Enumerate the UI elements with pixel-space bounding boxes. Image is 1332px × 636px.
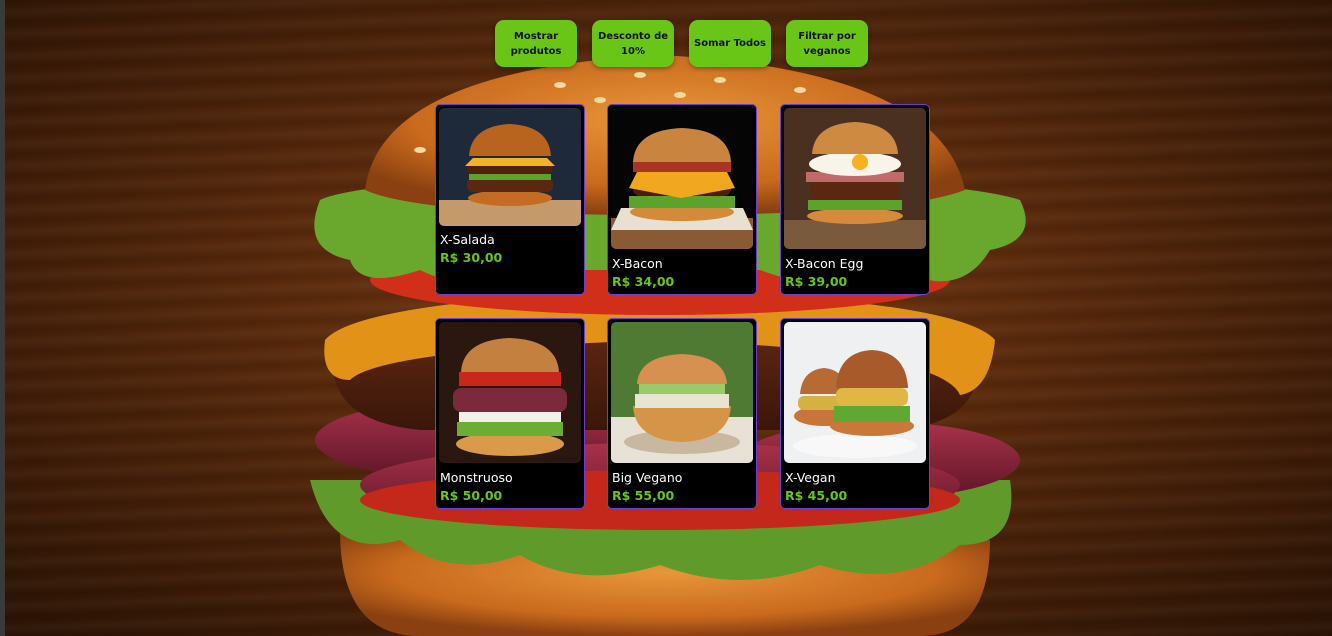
product-price: R$ 34,00 [612, 274, 675, 289]
product-image [611, 322, 753, 463]
product-card[interactable]: X-Bacon R$ 34,00 [607, 104, 757, 295]
product-price: R$ 39,00 [785, 274, 848, 289]
product-name: X-Bacon Egg [785, 256, 864, 271]
product-grid: X-Salada R$ 30,00 X-Bacon R$ 34,00 X-Bac… [435, 104, 931, 510]
discount-button[interactable]: Desconto de 10% [592, 20, 674, 67]
product-image [784, 322, 926, 463]
window-edge [0, 0, 5, 636]
product-card[interactable]: X-Salada R$ 30,00 [435, 104, 585, 295]
sum-all-button[interactable]: Somar Todos [689, 20, 771, 67]
product-name: Monstruoso [440, 470, 513, 485]
product-price: R$ 55,00 [612, 488, 675, 503]
product-image [439, 322, 581, 463]
show-products-button[interactable]: Mostrar produtos [495, 20, 577, 67]
product-name: X-Bacon [612, 256, 663, 271]
product-image [784, 108, 926, 249]
product-price: R$ 50,00 [440, 488, 503, 503]
product-price: R$ 45,00 [785, 488, 848, 503]
filter-vegan-button[interactable]: Filtrar por veganos [786, 20, 868, 67]
action-toolbar: Mostrar produtos Desconto de 10% Somar T… [495, 20, 868, 67]
product-card[interactable]: X-Vegan R$ 45,00 [780, 318, 930, 509]
product-card[interactable]: Monstruoso R$ 50,00 [435, 318, 585, 509]
product-card[interactable]: X-Bacon Egg R$ 39,00 [780, 104, 930, 295]
product-name: X-Vegan [785, 470, 836, 485]
product-image [611, 108, 753, 249]
product-card[interactable]: Big Vegano R$ 55,00 [607, 318, 757, 509]
product-name: X-Salada [440, 232, 495, 247]
product-price: R$ 30,00 [440, 250, 503, 265]
product-name: Big Vegano [612, 470, 683, 485]
product-image [439, 108, 581, 226]
